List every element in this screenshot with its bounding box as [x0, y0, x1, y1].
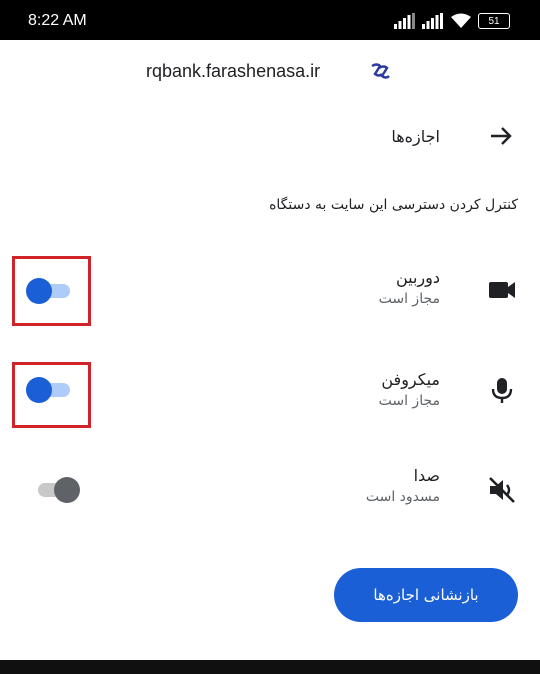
reset-permissions-button[interactable]: بازنشانی اجازه‌ها: [334, 568, 518, 622]
permission-camera-text: دوربین مجاز است: [379, 268, 440, 307]
microphone-toggle-highlight: [12, 362, 91, 428]
battery-icon: 51: [478, 13, 510, 29]
signal-icon: [422, 13, 443, 29]
permission-status: مجاز است: [378, 393, 440, 409]
status-icons: 51: [394, 11, 510, 31]
sound-toggle[interactable]: [34, 476, 82, 504]
arrow-forward-icon[interactable]: [487, 122, 515, 150]
signal-icon: [394, 13, 415, 29]
permissions-description: کنترل کردن دسترسی این سایت به دستگاه: [269, 197, 518, 213]
permission-name: دوربین: [395, 268, 440, 287]
background-strip: [0, 660, 540, 674]
battery-level: 51: [488, 15, 500, 27]
site-domain: rqbank.farashenasa.ir: [146, 61, 321, 81]
wifi-icon: [451, 13, 471, 28]
permission-name: صدا: [413, 466, 440, 485]
permission-status: مجاز است: [378, 291, 440, 307]
permission-microphone-text: میکروفن مجاز است: [379, 370, 440, 409]
mic-icon: [491, 378, 513, 403]
volume-off-icon: [489, 477, 515, 503]
camera-toggle-highlight: [12, 256, 91, 326]
permission-sound-text: صدا مسدود است: [366, 466, 440, 505]
toggle-thumb: [54, 477, 80, 503]
status-time: 8:22 AM: [28, 12, 87, 29]
permission-name: میکروفن: [381, 370, 440, 389]
site-favicon-icon: [371, 63, 390, 79]
videocam-icon: [489, 282, 515, 298]
permission-status: مسدود است: [365, 489, 440, 505]
status-bar: 8:22 AM 51: [0, 0, 540, 40]
permissions-title: اجازه‌ها: [391, 127, 440, 146]
